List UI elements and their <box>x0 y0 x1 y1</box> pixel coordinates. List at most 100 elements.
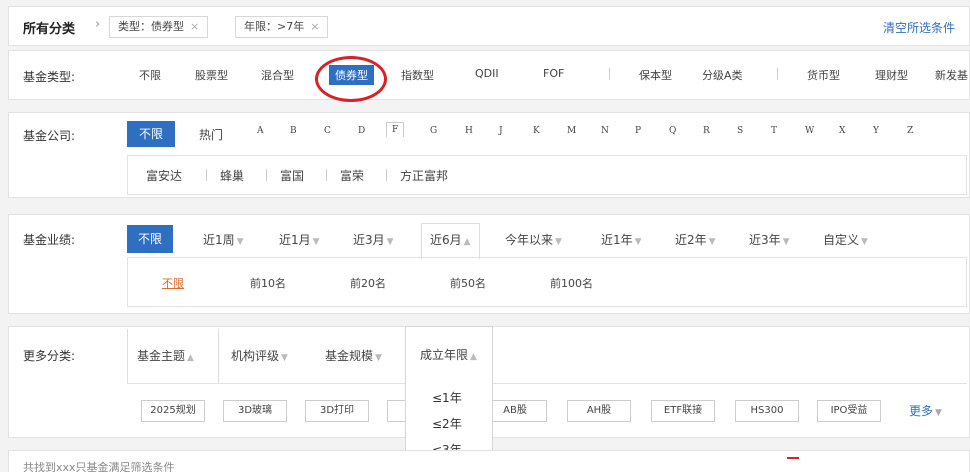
company-item[interactable]: 富国 <box>280 167 304 184</box>
type-option[interactable]: 不限 <box>139 67 161 83</box>
filter-chip-type[interactable]: 类型：债券型 × <box>109 16 209 38</box>
type-option[interactable]: 股票型 <box>195 67 228 83</box>
more-categories-label: 更多分类: <box>23 349 76 363</box>
company-letter[interactable]: X <box>839 126 845 136</box>
filter-chip-type-text: 类型：债券型 <box>118 20 184 33</box>
chevron-down-icon: ▼ <box>386 237 394 247</box>
divider <box>266 169 267 181</box>
close-icon[interactable]: × <box>190 20 199 33</box>
sort-indicator <box>787 457 799 459</box>
years-option[interactable]: ≤2年 <box>432 415 462 432</box>
tag-item[interactable]: 3D打印 <box>305 400 369 422</box>
more-tags-link[interactable]: 更多 ▼ <box>909 402 942 419</box>
company-tab-selected[interactable]: 不限 <box>127 121 175 147</box>
period-option[interactable]: 近2年 ▼ <box>675 231 716 248</box>
type-option[interactable]: 分级A类 <box>702 67 743 83</box>
rank-option[interactable]: 前50名 <box>450 275 486 291</box>
rank-option[interactable]: 前100名 <box>550 275 593 291</box>
type-option[interactable]: QDII <box>475 67 499 80</box>
period-option[interactable]: 近1年 ▼ <box>601 231 642 248</box>
filter-summary-bar: 所有分类 › 类型：债券型 × 年限：>7年 × 清空所选条件 <box>8 6 970 46</box>
company-item[interactable]: 方正富邦 <box>400 167 448 184</box>
type-option[interactable]: 指数型 <box>401 67 434 83</box>
tag-list: 2025规划 3D玻璃 3D打印 AB股 AH股 ETF联接 HS300 IPO… <box>127 383 967 435</box>
rank-option[interactable]: 前10名 <box>250 275 286 291</box>
company-letter[interactable]: Q <box>669 126 676 136</box>
company-item[interactable]: 富安达 <box>146 167 182 184</box>
company-letter[interactable]: C <box>324 126 331 136</box>
period-option[interactable]: 近1周 ▼ <box>203 231 244 248</box>
period-option[interactable]: 近1月 ▼ <box>279 231 320 248</box>
more-tab[interactable]: 基金主题 ▲ <box>137 347 194 364</box>
company-letter[interactable]: A <box>257 126 264 136</box>
period-selected[interactable]: 不限 <box>127 225 173 253</box>
chevron-down-icon: ▼ <box>312 237 320 247</box>
fund-company-row: 基金公司: 不限 热门 A B C D F G H J K M N P Q R … <box>8 112 970 198</box>
company-letter[interactable]: M <box>567 126 576 136</box>
type-option[interactable]: 理财型 <box>875 67 908 83</box>
company-item[interactable]: 蜂巢 <box>220 167 244 184</box>
fund-type-label: 基金类型: <box>23 70 76 84</box>
chevron-down-icon: ▼ <box>935 408 942 418</box>
chevron-up-icon: ▲ <box>187 353 194 363</box>
tag-item[interactable]: HS300 <box>735 400 799 422</box>
company-letter[interactable]: H <box>465 126 473 136</box>
period-option[interactable]: 今年以来 ▼ <box>505 231 562 248</box>
period-option[interactable]: 近3年 ▼ <box>749 231 790 248</box>
company-letter[interactable]: Z <box>907 126 913 136</box>
tag-item[interactable]: 2025规划 <box>141 400 205 422</box>
company-letter[interactable]: K <box>533 126 540 136</box>
type-option[interactable]: FOF <box>543 67 564 80</box>
founding-years-tab[interactable]: 成立年限 ▲ <box>420 346 477 363</box>
company-letter[interactable]: Y <box>873 126 879 136</box>
company-list: 富安达 蜂巢 富国 富荣 方正富邦 <box>127 155 967 195</box>
company-letter[interactable]: D <box>358 126 365 136</box>
company-letter[interactable]: W <box>805 126 814 136</box>
divider <box>609 68 610 80</box>
fund-type-row: 基金类型: 不限 股票型 混合型 债券型 指数型 QDII FOF 保本型 分级… <box>8 50 970 102</box>
company-letter-open[interactable]: F <box>386 122 405 137</box>
chevron-down-icon: ▼ <box>861 237 868 247</box>
all-categories-label[interactable]: 所有分类 <box>23 18 75 37</box>
divider <box>206 169 207 181</box>
filter-chip-years-text: 年限：>7年 <box>244 20 305 33</box>
more-tab[interactable]: 机构评级 ▼ <box>231 347 288 364</box>
company-letter[interactable]: B <box>290 126 297 136</box>
close-icon[interactable]: × <box>310 20 319 33</box>
years-option[interactable]: ≤1年 <box>432 389 462 406</box>
chevron-down-icon: ▼ <box>236 237 244 247</box>
company-letter[interactable]: T <box>771 126 777 136</box>
company-letter[interactable]: R <box>703 126 710 136</box>
tag-item[interactable]: IPO受益 <box>817 400 881 422</box>
type-option[interactable]: 混合型 <box>261 67 294 83</box>
divider <box>386 169 387 181</box>
rank-option-selected[interactable]: 不限 <box>162 275 184 291</box>
highlight-circle <box>315 56 387 102</box>
period-option[interactable]: 近3月 ▼ <box>353 231 394 248</box>
type-option[interactable]: 新发基 <box>935 67 968 83</box>
chevron-down-icon: ▼ <box>375 353 382 363</box>
tag-item[interactable]: ETF联接 <box>651 400 715 422</box>
clear-filters-link[interactable]: 清空所选条件 <box>883 19 955 36</box>
filter-chip-years[interactable]: 年限：>7年 × <box>235 16 329 38</box>
period-option[interactable]: 自定义 ▼ <box>823 231 868 248</box>
period-option-open[interactable]: 近6月 ▲ <box>421 223 480 259</box>
tag-item[interactable]: 3D玻璃 <box>223 400 287 422</box>
company-letter[interactable]: G <box>430 126 437 136</box>
chevron-right-icon: › <box>95 17 101 32</box>
rank-list: 不限 前10名 前20名 前50名 前100名 <box>127 257 967 307</box>
company-item[interactable]: 富荣 <box>340 167 364 184</box>
tag-item[interactable]: AH股 <box>567 400 631 422</box>
performance-row: 基金业绩: 不限 近1周 ▼ 近1月 ▼ 近3月 ▼ 近6月 ▲ 今年以来 ▼ 近1年 ▼ … <box>8 214 970 314</box>
chevron-down-icon: ▼ <box>634 237 642 247</box>
more-tab[interactable]: 基金规模 ▼ <box>325 347 382 364</box>
company-letter[interactable]: N <box>601 126 609 136</box>
company-letter[interactable]: J <box>499 126 503 136</box>
company-letter[interactable]: S <box>737 126 743 136</box>
chevron-up-icon: ▲ <box>463 237 471 247</box>
company-letter[interactable]: P <box>635 126 641 136</box>
type-option[interactable]: 保本型 <box>639 67 672 83</box>
rank-option[interactable]: 前20名 <box>350 275 386 291</box>
company-tab[interactable]: 热门 <box>199 126 223 143</box>
type-option[interactable]: 货币型 <box>807 67 840 83</box>
